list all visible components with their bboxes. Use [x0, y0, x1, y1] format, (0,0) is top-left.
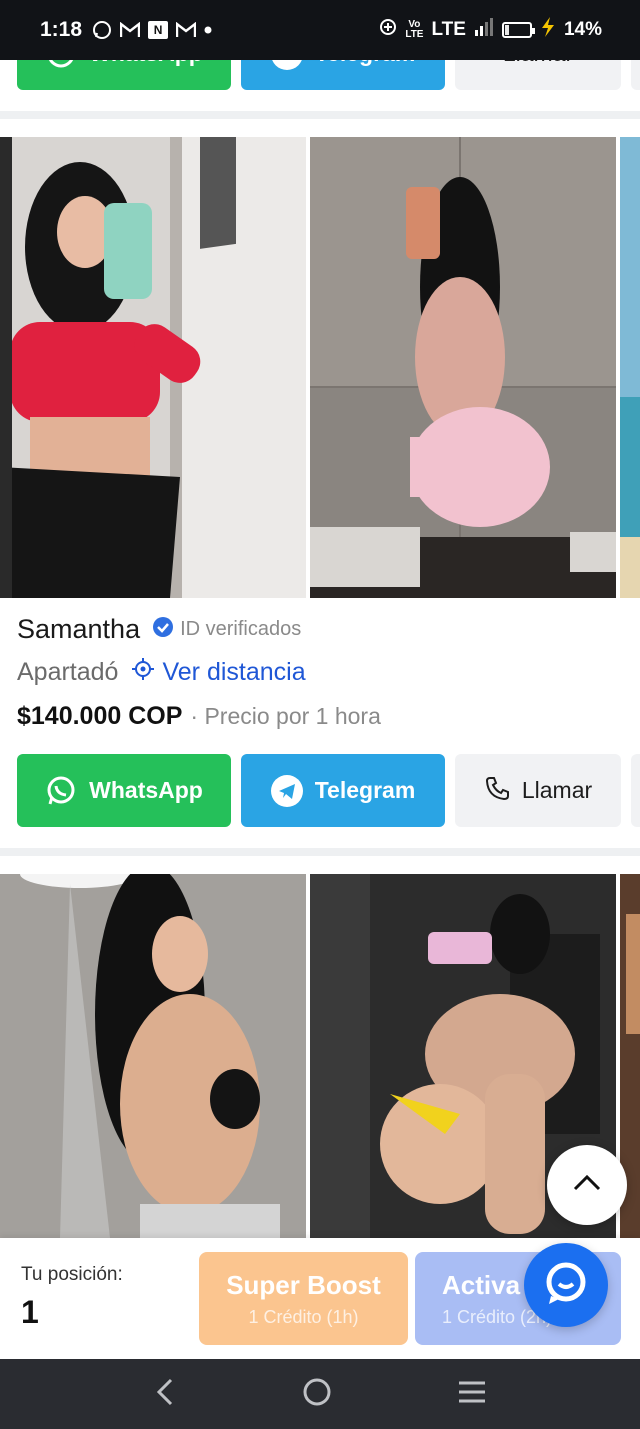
gallery-photo-next[interactable] [620, 137, 640, 598]
status-right: Vo LTE LTE 14% [379, 17, 602, 43]
super-boost-button[interactable]: Super Boost 1 Crédito (1h) [199, 1252, 408, 1345]
activate-title: Activa [442, 1269, 521, 1300]
call-button[interactable]: Llamar [455, 754, 621, 827]
network-type: LTE [431, 19, 466, 40]
whatsapp-icon [92, 20, 112, 40]
whatsapp-button-label: WhatsApp [89, 777, 203, 803]
telegram-icon [270, 774, 303, 807]
gallery-photo[interactable] [310, 137, 616, 598]
super-boost-cost: 1 Crédito (1h) [248, 1306, 359, 1327]
whatsapp-button[interactable]: WhatsApp [17, 754, 231, 827]
whatsapp-icon [45, 775, 77, 807]
location-target-icon [132, 658, 155, 687]
listing-price: $140.000 COP [17, 702, 183, 730]
listing-city: Apartadó [17, 658, 119, 686]
section-divider [0, 111, 640, 119]
view-distance-link[interactable]: Ver distancia [132, 658, 306, 687]
more-button[interactable] [631, 754, 640, 827]
battery-level [504, 25, 509, 35]
verified-label: ID verificados [180, 618, 302, 640]
super-boost-title: Super Boost [226, 1269, 381, 1300]
news-icon: N [148, 21, 169, 39]
scroll-to-top-button[interactable] [547, 1145, 627, 1225]
gallery-photo[interactable] [0, 137, 306, 598]
gallery-photo[interactable] [0, 874, 306, 1238]
price-note: · Precio por 1 hora [190, 703, 381, 729]
volte-icon: Vo LTE [405, 19, 424, 40]
dot-icon [204, 26, 212, 34]
back-icon[interactable] [153, 1377, 177, 1412]
photo-gallery[interactable] [0, 137, 640, 598]
verified-badge: ID verificados [152, 616, 301, 644]
menu-icon[interactable] [457, 1380, 487, 1409]
location-row: Apartadó Ver distancia [17, 658, 306, 687]
gmail-icon [176, 22, 197, 38]
phone-icon [484, 775, 510, 807]
status-bar: 1:18 N Vo LTE LTE 14% [0, 0, 640, 60]
price-row: $140.000 COP · Precio por 1 hora [17, 702, 381, 731]
section-divider [0, 848, 640, 856]
position-label: Tu posición: [21, 1264, 123, 1285]
data-saver-icon [379, 18, 397, 42]
battery-percent: 14% [563, 19, 602, 40]
photo-gallery[interactable] [0, 874, 640, 1238]
system-nav-bar [0, 1359, 640, 1429]
call-button-label: Llamar [521, 777, 593, 803]
home-icon[interactable] [302, 1377, 332, 1412]
position-value: 1 [21, 1294, 39, 1330]
gmail-icon [120, 22, 141, 38]
status-time: 1:18 [40, 18, 83, 41]
listing-contact-buttons: WhatsApp Telegram Llamar [17, 754, 640, 827]
chat-bubble-icon [541, 1258, 591, 1313]
verified-icon [152, 616, 174, 644]
listing-name[interactable]: Samantha [17, 614, 140, 645]
telegram-button[interactable]: Telegram [241, 754, 445, 827]
charging-icon [540, 17, 556, 43]
chevron-up-icon [572, 1174, 602, 1197]
battery-icon [501, 22, 535, 38]
view-distance-label: Ver distancia [162, 658, 306, 686]
chat-button[interactable] [524, 1243, 608, 1327]
signal-icon [474, 18, 494, 42]
listing-header: Samantha ID verificados [17, 614, 301, 645]
telegram-button-label: Telegram [314, 777, 416, 803]
